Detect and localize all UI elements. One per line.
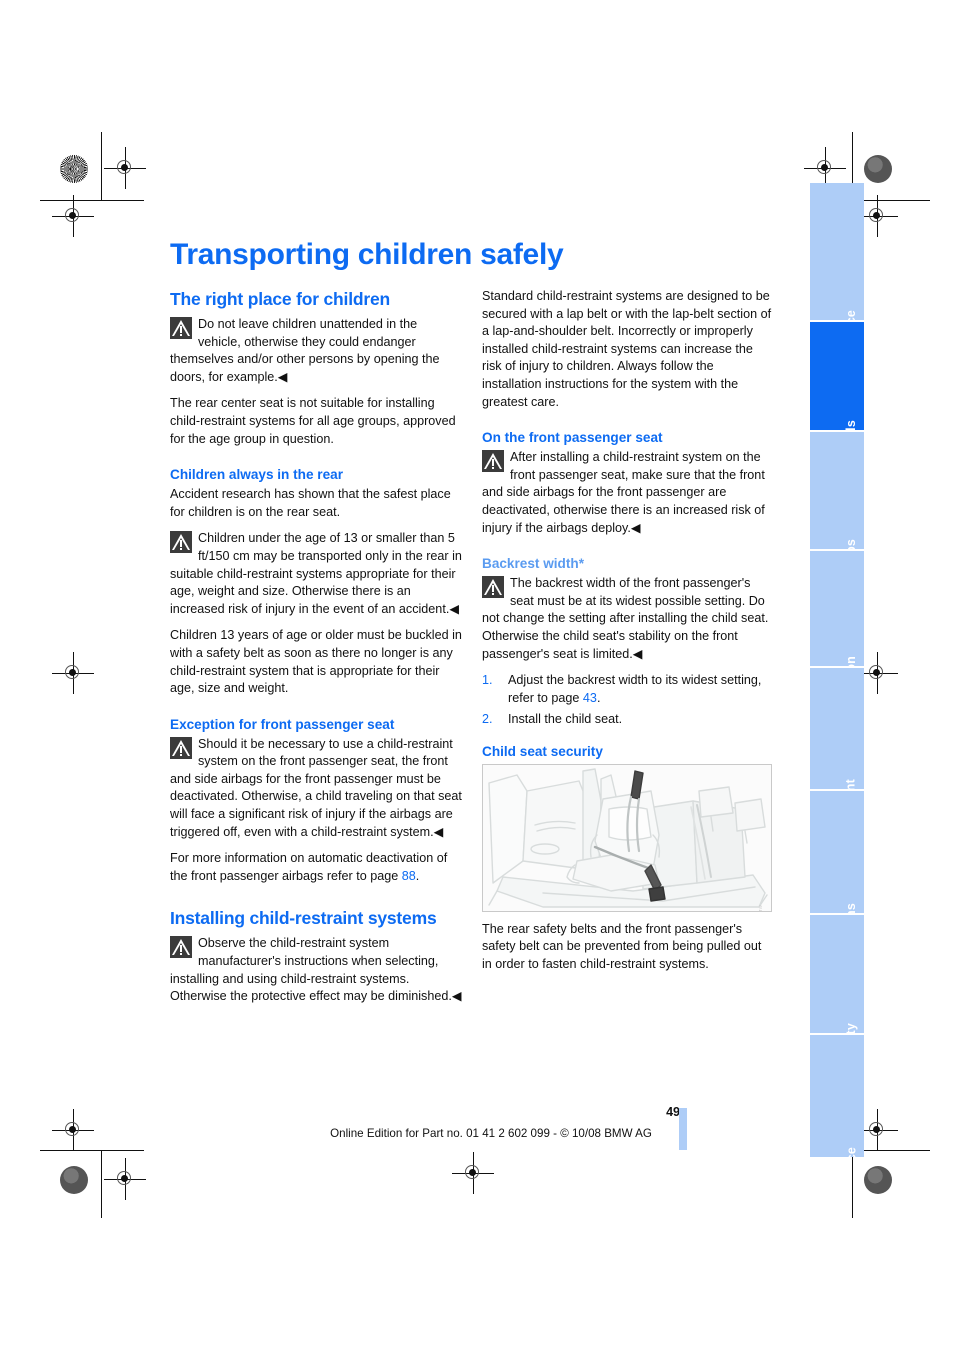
paragraph-standard-systems: Standard child-restraint systems are des… (482, 289, 772, 409)
step-text-before: Install the child seat. (508, 712, 623, 727)
warning-triangle-icon (170, 736, 192, 759)
section-heading-installing-systems: Installing child-restraint systems (170, 908, 437, 929)
warning-triangle-icon (170, 531, 192, 554)
subheading-backrest-width: Backrest width* (482, 556, 584, 572)
left-column: The right place for children Do not leav… (170, 288, 462, 1015)
page-number: 49 (666, 1105, 680, 1119)
page-title: Transporting children safely (170, 238, 564, 272)
warning-block-front-passenger: Should it be necessary to use a child-re… (170, 736, 462, 842)
warning-text: After installing a child-restraint syste… (482, 450, 765, 535)
warning-block-unattended: Do not leave children unattended in the … (170, 316, 462, 386)
figure-child-seat-illustration: BMW (482, 763, 772, 912)
list-item: 1. Adjust the backrest width to its wides… (482, 672, 774, 707)
figure-watermark: BMW (757, 904, 763, 912)
subheading-exception-front-passenger: Exception for front passenger seat (170, 716, 395, 732)
section-heading-right-place: The right place for children (170, 289, 390, 309)
step-text-before: Adjust the backrest width to its widest … (508, 673, 762, 705)
footer-copyright: Online Edition for Part no. 01 41 2 602 … (330, 1127, 652, 1140)
subheading-child-seat-security: Child seat security (482, 743, 603, 759)
numbered-steps-list: 1. Adjust the backrest width to its wides… (482, 672, 774, 729)
step-number: 1. (482, 673, 493, 688)
warning-text: Do not leave children unattended in the … (170, 317, 440, 384)
step-number: 2. (482, 712, 493, 727)
paragraph-13-years-or-older: Children 13 years of age or older must b… (170, 628, 462, 696)
page-content: Transporting children safely The right p… (0, 0, 954, 1350)
warning-triangle-icon (170, 317, 192, 339)
warning-triangle-icon (170, 936, 192, 959)
warning-text: Children under the age of 13 or smaller … (170, 531, 462, 616)
page-reference-link-43[interactable]: 43 (583, 691, 597, 705)
list-item: 2. Install the child seat. (482, 711, 774, 729)
warning-triangle-icon (482, 450, 504, 473)
warning-block-observe-manufacturer: Observe the child-restraint system manuf… (170, 935, 462, 1005)
paragraph-accident-research: Accident research has shown that the saf… (170, 487, 451, 519)
figure-caption: The rear safety belts and the front pass… (482, 921, 762, 972)
warning-block-after-installing: After installing a child-restraint syste… (482, 449, 774, 537)
warning-block-backrest-width: The backrest width of the front passenge… (482, 575, 774, 663)
subheading-on-front-passenger-seat: On the front passenger seat (482, 430, 663, 446)
warning-triangle-icon (482, 576, 504, 599)
right-column: Standard child-restraint systems are des… (482, 288, 774, 983)
paragraph-rear-center-seat: The rear center seat is not suitable for… (170, 396, 456, 446)
page-reference-link-88[interactable]: 88 (402, 869, 416, 883)
warning-text: The backrest width of the front passenge… (482, 576, 769, 661)
subheading-children-always-rear: Children always in the rear (170, 467, 344, 483)
manual-page: At a glance Controls Driving tips Naviga… (0, 0, 954, 1350)
warning-text: Observe the child-restraint system manuf… (170, 936, 462, 1004)
warning-block-under-13: Children under the age of 13 or smaller … (170, 530, 462, 618)
child-seat-line-drawing (488, 768, 768, 908)
paragraph-text-after: . (415, 868, 420, 883)
warning-text: Should it be necessary to use a child-re… (170, 736, 462, 839)
step-text-after: . (596, 690, 601, 705)
paragraph-automatic-deactivation: For more information on automatic deacti… (170, 850, 462, 885)
